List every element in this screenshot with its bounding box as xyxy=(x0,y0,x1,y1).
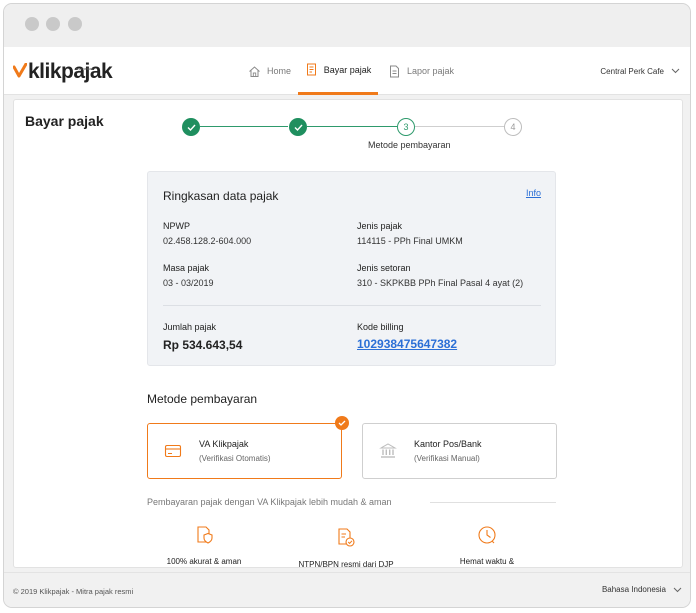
nav-item-lapor-pajak[interactable]: Lapor pajak xyxy=(388,47,454,95)
step-connector xyxy=(200,126,288,127)
clock-icon xyxy=(478,526,496,544)
browser-window: klikpajak by mekari Home Bayar pajak Lap… xyxy=(3,3,691,608)
npwp-value: 02.458.128.2-604.000 xyxy=(163,236,252,246)
page-title: Bayar pajak xyxy=(25,113,104,129)
klikpajak-logo[interactable]: klikpajak xyxy=(13,60,113,83)
bank-icon xyxy=(379,443,397,458)
step-3-current: 3 xyxy=(397,118,415,136)
jumlah-pajak-label: Jumlah pajak xyxy=(163,322,217,332)
check-icon xyxy=(294,124,303,131)
jumlah-pajak-value: Rp 534.643,54 xyxy=(163,338,243,352)
benefit-label: NTPN/BPN resmi dari DJP xyxy=(298,560,394,568)
npwp-label: NPWP xyxy=(163,221,190,231)
kode-billing-link[interactable]: 102938475647382 xyxy=(357,337,457,351)
benefit-item: NTPN/BPN resmi dari DJP xyxy=(286,527,406,568)
company-switcher[interactable]: Central Perk Cafe xyxy=(600,47,680,95)
top-navbar: klikpajak by mekari Home Bayar pajak Lap… xyxy=(4,47,690,95)
masa-pajak-value: 03 - 03/2019 xyxy=(163,278,214,288)
step-1-done xyxy=(182,118,200,136)
company-name: Central Perk Cafe xyxy=(600,66,664,76)
method-name: VA Klikpajak xyxy=(199,439,249,449)
benefit-label: Hemat waktu & xyxy=(459,557,515,566)
benefits-heading-row: Pembayaran pajak dengan VA Klikpajak leb… xyxy=(147,497,557,509)
main-content: Bayar pajak 3 4 Metode pembayaran Ringka… xyxy=(13,99,683,568)
nav-item-label: Bayar pajak xyxy=(323,64,372,75)
home-icon xyxy=(249,65,260,77)
tax-summary-card: Ringkasan data pajak Info NPWP 02.458.12… xyxy=(147,171,556,366)
window-minimize-dot[interactable] xyxy=(46,17,60,31)
benefit-label: 100% akurat & aman xyxy=(166,557,242,566)
nav-item-label: Home xyxy=(267,66,292,76)
nav-item-home[interactable]: Home xyxy=(248,47,291,95)
nav-item-label: Lapor pajak xyxy=(407,66,455,76)
summary-divider xyxy=(163,305,541,306)
step-connector xyxy=(307,126,397,127)
step-2-done xyxy=(289,118,307,136)
method-va-klikpajak[interactable]: VA Klikpajak (Verifikasi Otomatis) xyxy=(147,423,342,479)
method-subtitle: (Verifikasi Manual) xyxy=(414,454,480,463)
language-selector[interactable]: Bahasa Indonesia xyxy=(602,585,682,594)
check-icon xyxy=(187,124,196,131)
method-kantor-pos-bank[interactable]: Kantor Pos/Bank (Verifikasi Manual) xyxy=(362,423,557,479)
method-name: Kantor Pos/Bank xyxy=(414,439,482,449)
selected-check-icon xyxy=(335,416,349,430)
jenis-setoran-label: Jenis setoran xyxy=(357,263,411,273)
shield-doc-icon xyxy=(197,526,213,544)
kode-billing-label: Kode billing xyxy=(357,322,404,332)
step-connector xyxy=(415,126,505,127)
card-icon xyxy=(164,444,182,458)
page-footer: © 2019 Klikpajak - Mitra pajak resmi Bah… xyxy=(4,572,690,607)
window-titlebar xyxy=(4,4,690,47)
receipt-icon xyxy=(306,63,316,76)
footer-copyright: © 2019 Klikpajak - Mitra pajak resmi xyxy=(13,587,134,596)
nav-item-bayar-pajak[interactable]: Bayar pajak xyxy=(298,47,378,95)
jenis-pajak-value: 114115 - PPh Final UMKM xyxy=(357,236,463,246)
summary-title: Ringkasan data pajak xyxy=(163,189,279,203)
current-step-label: Metode pembayaran xyxy=(368,140,451,150)
payment-stepper: 3 4 Metode pembayaran xyxy=(180,116,530,154)
benefit-item: 100% akurat & aman xyxy=(144,524,264,566)
benefit-item: Hemat waktu & xyxy=(427,524,547,566)
document-icon xyxy=(390,65,399,77)
info-link[interactable]: Info xyxy=(526,188,541,198)
chevron-down-icon xyxy=(673,587,682,592)
method-subtitle: (Verifikasi Otomatis) xyxy=(199,454,271,463)
payment-method-title: Metode pembayaran xyxy=(147,392,258,406)
benefits-heading: Pembayaran pajak dengan VA Klikpajak leb… xyxy=(147,497,392,507)
logo-subtitle: by mekari xyxy=(76,66,94,71)
chevron-down-icon xyxy=(671,68,680,74)
masa-pajak-label: Masa pajak xyxy=(163,263,210,273)
certified-doc-icon xyxy=(338,528,355,547)
benefits-divider xyxy=(430,502,556,503)
window-close-dot[interactable] xyxy=(25,17,39,31)
jenis-setoran-value: 310 - SKPKBB PPh Final Pasal 4 ayat (2) xyxy=(357,278,524,288)
jenis-pajak-label: Jenis pajak xyxy=(357,221,403,231)
logo-check-icon xyxy=(13,63,27,78)
step-4-upcoming: 4 xyxy=(504,118,522,136)
logo-wordmark: klikpajak xyxy=(28,60,113,83)
window-zoom-dot[interactable] xyxy=(68,17,82,31)
language-label: Bahasa Indonesia xyxy=(601,585,666,594)
